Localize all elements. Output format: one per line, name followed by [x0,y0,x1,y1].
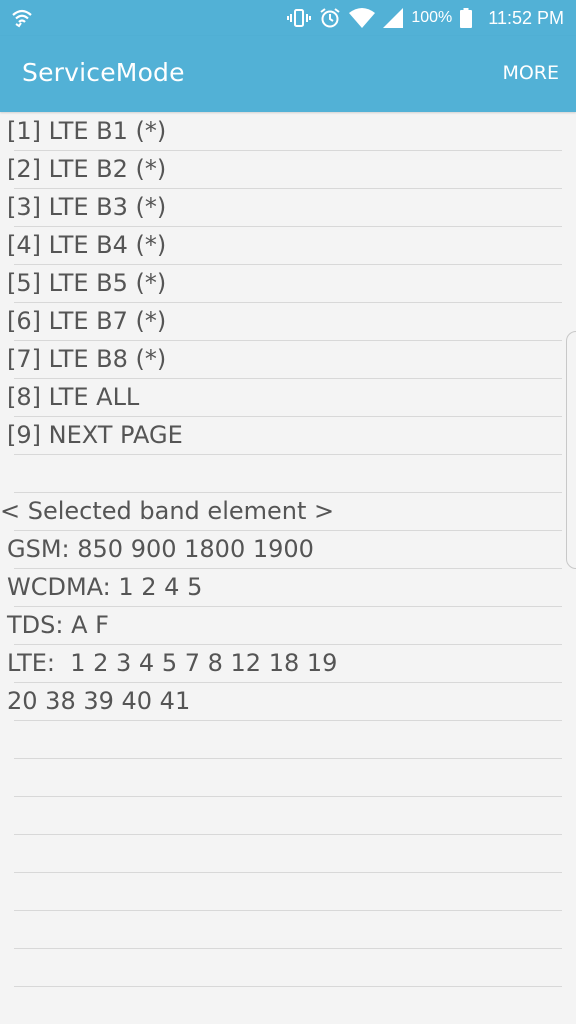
selected-band-heading: < Selected band element > [0,497,335,525]
more-button[interactable]: MORE [502,62,559,84]
menu-item-next-page[interactable]: [9] NEXT PAGE [0,417,576,455]
menu-item-lte-b3[interactable]: [3] LTE B3 (*) [0,189,576,227]
info-row-lte-continued: 20 38 39 40 41 [0,683,576,721]
vibrate-icon [287,8,312,28]
empty-row [0,455,576,493]
wifi-icon [349,8,376,28]
info-row-gsm: GSM: 850 900 1800 1900 [0,531,576,569]
info-row-tds: TDS: A F [0,607,576,645]
service-mode-list: [1] LTE B1 (*) [2] LTE B2 (*) [3] LTE B3… [0,113,576,1024]
empty-row [0,721,576,759]
menu-item-label: [4] LTE B4 (*) [7,231,167,259]
info-row-wcdma: WCDMA: 1 2 4 5 [0,569,576,607]
info-line: GSM: 850 900 1800 1900 [7,535,314,563]
info-line: TDS: A F [7,611,109,639]
empty-row [0,759,576,797]
battery-icon [460,8,473,28]
empty-row [0,987,576,1024]
info-heading-row: < Selected band element > [0,493,576,531]
info-line: WCDMA: 1 2 4 5 [7,573,203,601]
wifi-calling-icon [10,6,34,30]
info-line: LTE: 1 2 3 4 5 7 8 12 18 19 [7,649,338,677]
menu-item-lte-all[interactable]: [8] LTE ALL [0,379,576,417]
menu-item-lte-b8[interactable]: [7] LTE B8 (*) [0,341,576,379]
empty-row [0,949,576,987]
menu-item-label: [1] LTE B1 (*) [7,117,167,145]
info-row-lte: LTE: 1 2 3 4 5 7 8 12 18 19 [0,645,576,683]
alarm-icon [319,7,341,29]
signal-icon [383,8,404,28]
menu-item-lte-b5[interactable]: [5] LTE B5 (*) [0,265,576,303]
menu-item-label: [5] LTE B5 (*) [7,269,167,297]
menu-item-lte-b1[interactable]: [1] LTE B1 (*) [0,113,576,151]
menu-item-label: [6] LTE B7 (*) [7,307,167,335]
clock: 11:52 PM [488,7,564,28]
empty-row [0,911,576,949]
info-line: 20 38 39 40 41 [7,687,191,715]
app-bar: ServiceMode MORE [0,36,576,112]
menu-item-lte-b2[interactable]: [2] LTE B2 (*) [0,151,576,189]
empty-row [0,873,576,911]
menu-item-label: [3] LTE B3 (*) [7,193,167,221]
menu-item-label: [2] LTE B2 (*) [7,155,167,183]
menu-item-lte-b7[interactable]: [6] LTE B7 (*) [0,303,576,341]
empty-row [0,797,576,835]
battery-percent: 100% [411,9,453,26]
menu-item-label: [7] LTE B8 (*) [7,345,167,373]
menu-item-lte-b4[interactable]: [4] LTE B4 (*) [0,227,576,265]
status-bar: 100% 11:52 PM [0,0,576,36]
menu-item-label: [9] NEXT PAGE [7,421,183,449]
empty-row [0,835,576,873]
menu-item-label: [8] LTE ALL [7,383,140,411]
app-title: ServiceMode [22,58,185,87]
edge-panel-handle[interactable] [566,331,576,569]
